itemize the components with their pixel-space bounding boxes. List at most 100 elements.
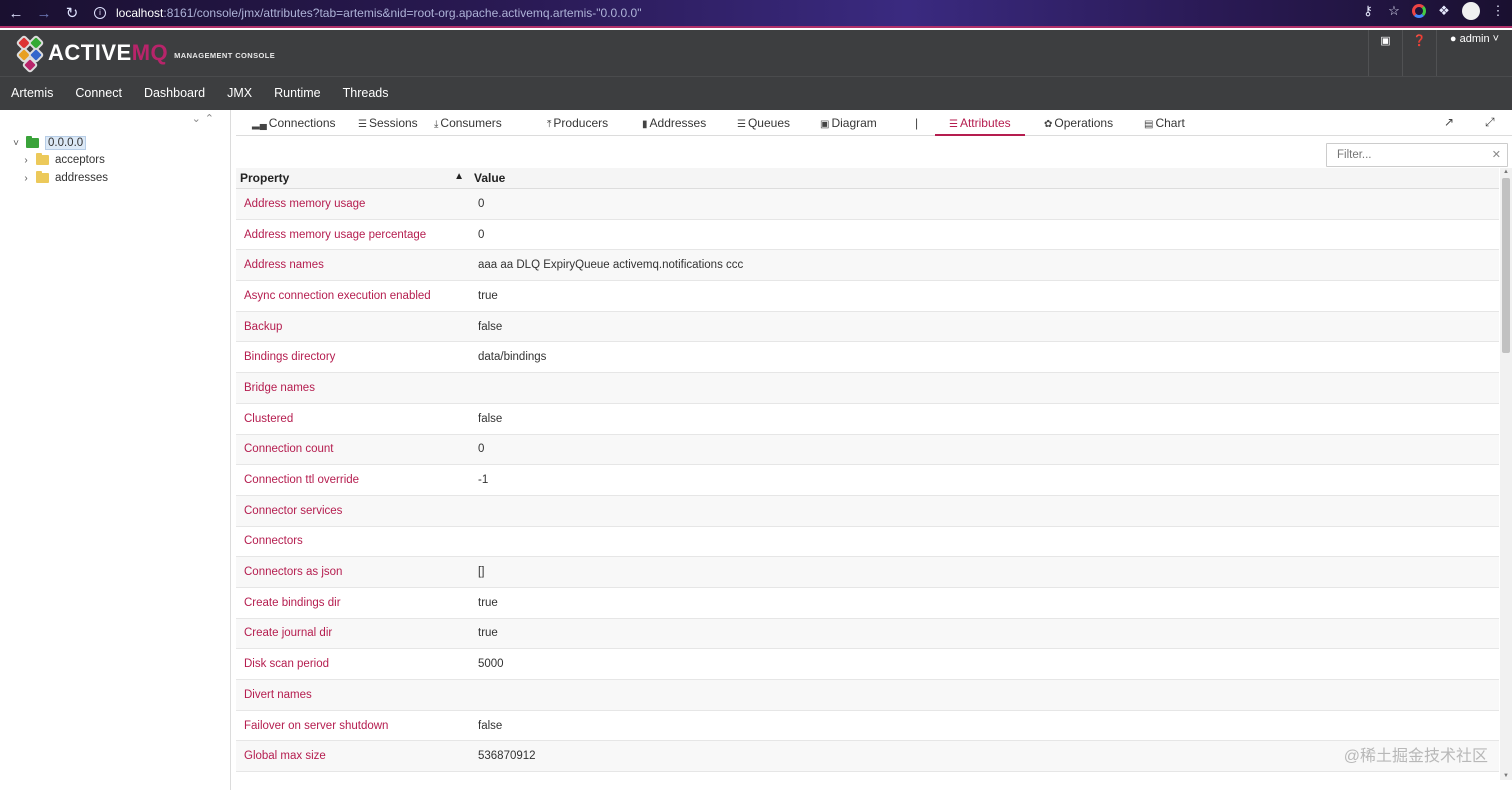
property-name[interactable]: Async connection execution enabled: [236, 290, 470, 302]
nav-artemis[interactable]: Artemis: [0, 77, 64, 110]
tree-node-label[interactable]: acceptors: [55, 154, 105, 166]
table-row[interactable]: Connectors as json []: [236, 557, 1499, 588]
star-icon[interactable]: ☆: [1386, 3, 1402, 19]
puzzle-icon[interactable]: ❖: [1436, 3, 1452, 19]
chevron-right-icon[interactable]: ›: [20, 173, 32, 184]
nav-runtime[interactable]: Runtime: [263, 77, 332, 110]
property-name[interactable]: Create bindings dir: [236, 597, 470, 609]
tree-node-acceptors[interactable]: › acceptors: [20, 153, 105, 166]
table-row[interactable]: Divert names: [236, 680, 1499, 711]
column-header-property[interactable]: Property ▲: [236, 168, 470, 188]
scroll-up-icon[interactable]: ▲: [1502, 169, 1510, 175]
nav-connect[interactable]: Connect: [64, 77, 133, 110]
scrollbar-thumb[interactable]: [1502, 178, 1510, 353]
property-name[interactable]: Create journal dir: [236, 627, 470, 639]
chevron-down-icon[interactable]: ˅: [10, 138, 22, 149]
tree-node-label[interactable]: addresses: [55, 172, 108, 184]
tab-separator: |: [915, 116, 919, 130]
activemq-logo[interactable]: ACTIVEMQ MANAGEMENT CONSOLE: [15, 33, 275, 74]
property-name[interactable]: Disk scan period: [236, 658, 470, 670]
table-row[interactable]: Connector services: [236, 495, 1499, 527]
chevron-right-icon[interactable]: ›: [20, 155, 32, 166]
back-arrow-icon[interactable]: ←: [4, 1, 28, 25]
property-name[interactable]: Address names: [236, 259, 470, 271]
extension-circle-icon[interactable]: [1412, 4, 1426, 18]
property-name[interactable]: Connection ttl override: [236, 474, 470, 486]
help-icon[interactable]: ❓: [1402, 30, 1436, 76]
property-name[interactable]: Connection count: [236, 443, 470, 455]
property-name[interactable]: Address memory usage percentage: [236, 229, 470, 241]
list-icon: ☰: [358, 119, 367, 130]
address-bar[interactable]: i localhost:8161/console/jmx/attributes?…: [88, 3, 1348, 23]
tab-sessions[interactable]: ☰ Sessions: [358, 110, 418, 136]
property-name[interactable]: Clustered: [236, 413, 470, 425]
monitor-icon[interactable]: ▣: [1368, 30, 1402, 76]
forward-arrow-icon[interactable]: →: [32, 1, 56, 25]
table-row[interactable]: Address memory usage percentage 0: [236, 220, 1499, 251]
watermark: @稀土掘金技术社区: [1343, 748, 1488, 765]
tree-node-root[interactable]: ˅ 0.0.0.0: [10, 136, 87, 150]
table-row[interactable]: Disk scan period 5000: [236, 649, 1499, 680]
tab-producers[interactable]: ⤒ Producers: [547, 110, 608, 136]
property-name[interactable]: Connectors as json: [236, 566, 470, 578]
column-header-value[interactable]: Value: [470, 168, 505, 188]
table-row[interactable]: Connectors: [236, 527, 1499, 558]
tree-node-addresses[interactable]: › addresses: [20, 171, 108, 184]
hexagon-logo-icon: [15, 34, 46, 74]
property-name[interactable]: Connector services: [236, 505, 470, 517]
table-row[interactable]: Create bindings dir true: [236, 588, 1499, 619]
clear-filter-icon[interactable]: ✕: [1492, 148, 1501, 161]
tab-diagram[interactable]: ▣ Diagram: [820, 110, 877, 136]
property-name[interactable]: Bindings directory: [236, 351, 470, 363]
table-row[interactable]: Global max size 536870912: [236, 741, 1499, 773]
property-name[interactable]: Connectors: [236, 535, 470, 547]
property-value: true: [478, 596, 498, 609]
table-row[interactable]: Connection count 0: [236, 434, 1499, 466]
table-body: Address memory usage 0 Address memory usag…: [236, 189, 1499, 773]
table-row[interactable]: Bridge names: [236, 373, 1499, 404]
property-name[interactable]: Divert names: [236, 689, 470, 701]
nav-jmx[interactable]: JMX: [216, 77, 263, 110]
table-row[interactable]: Bindings directory data/bindings: [236, 342, 1499, 374]
sort-ascending-icon[interactable]: ▲: [454, 171, 464, 182]
fullscreen-icon[interactable]: ⤢: [1485, 115, 1495, 130]
property-name[interactable]: Backup: [236, 321, 470, 333]
table-row[interactable]: Connection ttl override -1: [236, 465, 1499, 496]
tab-addresses[interactable]: ▮ Addresses: [642, 110, 706, 136]
tab-operations[interactable]: ✿ Operations: [1044, 110, 1113, 136]
table-row[interactable]: Address names aaa aa DLQ ExpiryQueue acti…: [236, 250, 1499, 282]
tree-node-label[interactable]: 0.0.0.0: [45, 136, 87, 150]
chart-icon: ▤: [1144, 119, 1154, 130]
site-info-icon[interactable]: i: [94, 7, 106, 19]
tab-queues[interactable]: ☰ Queues: [737, 110, 790, 136]
property-name[interactable]: Failover on server shutdown: [236, 720, 470, 732]
filter-input[interactable]: [1337, 145, 1487, 165]
nav-threads[interactable]: Threads: [332, 77, 400, 110]
table-row[interactable]: Backup false: [236, 311, 1499, 343]
table-row[interactable]: Clustered false: [236, 404, 1499, 435]
key-icon[interactable]: ⚷: [1360, 3, 1376, 19]
user-menu[interactable]: ● admin ˅: [1436, 30, 1512, 76]
kebab-menu-icon[interactable]: ⋮: [1490, 3, 1506, 19]
table-row[interactable]: Async connection execution enabled true: [236, 281, 1499, 312]
property-name[interactable]: Global max size: [236, 750, 470, 762]
tab-attributes[interactable]: ☰ Attributes: [935, 110, 1025, 136]
reload-icon[interactable]: ↻: [60, 1, 84, 25]
share-icon[interactable]: ↗: [1444, 115, 1454, 129]
tab-connections[interactable]: ▂▄ Connections: [252, 110, 336, 136]
table-row[interactable]: Create journal dir true: [236, 618, 1499, 650]
profile-avatar-icon[interactable]: [1462, 2, 1480, 20]
property-value: false: [478, 412, 503, 425]
tab-chart[interactable]: ▤ Chart: [1144, 110, 1185, 136]
tab-consumers[interactable]: ⤓ Consumers: [434, 110, 502, 136]
grid-scrollbar[interactable]: ▲ ▼: [1500, 168, 1512, 780]
nav-dashboard[interactable]: Dashboard: [133, 77, 216, 110]
scroll-down-icon[interactable]: ▼: [1502, 773, 1510, 779]
property-value: 0: [478, 197, 485, 210]
property-name[interactable]: Bridge names: [236, 382, 470, 394]
property-name[interactable]: Address memory usage: [236, 198, 470, 210]
table-row[interactable]: Address memory usage 0: [236, 189, 1499, 220]
image-icon: ▣: [820, 119, 830, 130]
tree-collapse-expand-icons[interactable]: ⌄⌃: [192, 112, 218, 125]
table-row[interactable]: Failover on server shutdown false: [236, 711, 1499, 742]
